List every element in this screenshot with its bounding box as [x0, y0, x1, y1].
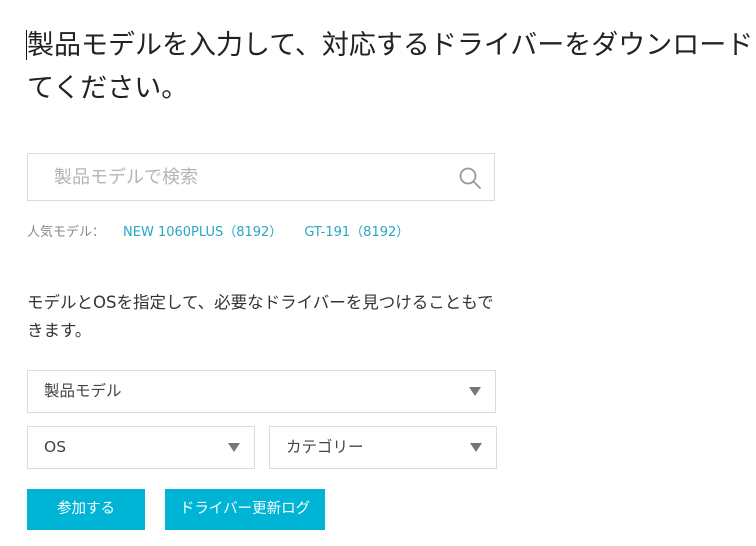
popular-models: 人気モデル： NEW 1060PLUS（8192） GT-191（8192）: [27, 225, 409, 241]
chevron-down-icon: [469, 387, 481, 396]
os-select-value: OS: [44, 438, 67, 456]
page-title: 製品モデルを入力して、対応するドライバーをダウンロードしてください。: [27, 30, 756, 104]
popular-model-link[interactable]: GT-191（8192）: [304, 225, 409, 240]
category-select-value: カテゴリー: [286, 438, 364, 456]
driver-update-log-button[interactable]: ドライバー更新ログ: [165, 489, 325, 530]
driver-download-page: 製品モデルを入力して、対応するドライバーをダウンロードしてください。 人気モデル…: [0, 0, 756, 546]
filter-description: モデルとOSを指定して、必要なドライバーを見つけることもできます。: [27, 293, 494, 340]
join-button[interactable]: 参加する: [27, 489, 145, 530]
product-model-select[interactable]: 製品モデル: [27, 370, 496, 413]
popular-model-link[interactable]: NEW 1060PLUS（8192）: [123, 225, 282, 240]
product-model-select-value: 製品モデル: [44, 382, 122, 400]
chevron-down-icon: [228, 443, 240, 452]
search-icon[interactable]: [458, 166, 482, 190]
category-select[interactable]: カテゴリー: [269, 426, 497, 469]
search-input[interactable]: [28, 154, 448, 200]
popular-models-label: 人気モデル：: [27, 225, 106, 240]
os-select[interactable]: OS: [27, 426, 255, 469]
chevron-down-icon: [470, 443, 482, 452]
search-box[interactable]: [27, 153, 495, 201]
